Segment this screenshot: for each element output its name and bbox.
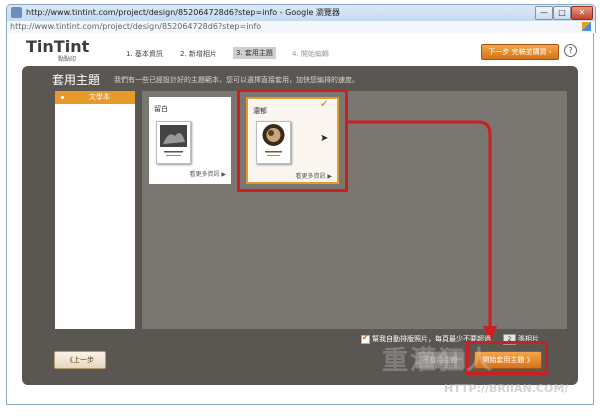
watermark-text: 重灌狂人 (382, 346, 495, 376)
annotation-highlight-card (237, 89, 348, 192)
browser-title-bar: http://www.tintint.com/project/design/85… (6, 4, 596, 21)
address-url[interactable]: http://www.tintint.com/project/design/85… (10, 22, 261, 31)
step-apply-theme[interactable]: 3. 套用主題 (233, 47, 276, 59)
sidebar-item-label: 文學本 (89, 93, 110, 101)
panel-title: 套用主題 (52, 73, 101, 87)
step-start-editing: 4. 開始編輯 (292, 50, 329, 58)
page-icon (11, 7, 22, 18)
previous-step-button[interactable]: 《上一步 (54, 351, 106, 369)
auto-arrange-checkbox[interactable]: ✔ (361, 333, 370, 344)
watermark-url: HTTP://BRIIAN.COM/ (444, 382, 569, 395)
close-button[interactable]: ✕ (571, 6, 593, 20)
theme-name: 留白 (154, 105, 168, 113)
panel-description: 我們有一些已經設計好的主題範本，您可以選擇直接套用，加快您編排的速度。 (114, 76, 359, 84)
step-basic-info[interactable]: 1. 基本資訊 (126, 49, 163, 59)
theme-thumbnail (156, 121, 191, 164)
next-step-button[interactable]: 下一步 完稿並購買 › (481, 44, 559, 60)
minimize-button[interactable]: — (535, 6, 553, 20)
theme-card-plain[interactable]: 留白 看更多資訊 ▶ (149, 97, 231, 184)
checkmark-icon: ✔ (362, 333, 369, 342)
step-add-photos[interactable]: 2. 新增相片 (180, 49, 217, 59)
address-bar[interactable]: http://www.tintint.com/project/design/85… (6, 21, 596, 33)
window-title: http://www.tintint.com/project/design/85… (26, 8, 340, 17)
sidebar-item-literature[interactable]: 文學本 (55, 91, 135, 104)
maximize-button[interactable]: □ (553, 6, 571, 20)
help-icon[interactable]: ? (564, 44, 577, 57)
category-sidebar (55, 91, 135, 329)
logo-subtitle: 點點印 (58, 56, 77, 63)
more-info-link[interactable]: 看更多資訊 ▶ (189, 169, 226, 178)
bullet-icon (61, 96, 64, 99)
extension-icon[interactable] (582, 22, 591, 31)
